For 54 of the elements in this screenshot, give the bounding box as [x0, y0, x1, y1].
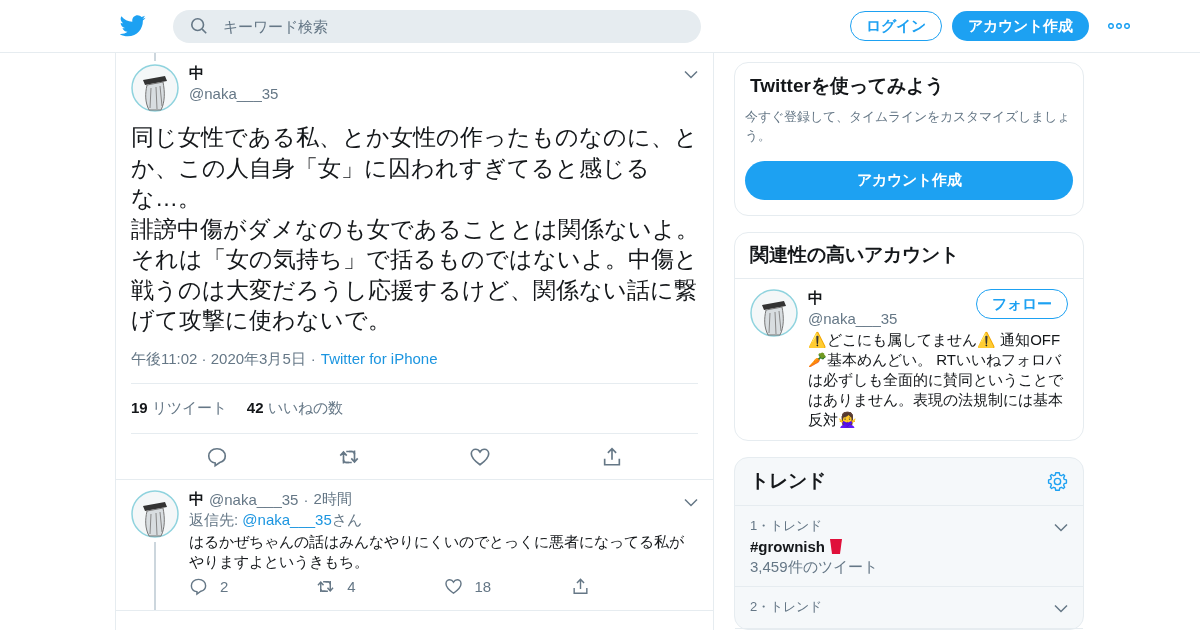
reply-icon[interactable]	[189, 576, 208, 596]
login-button[interactable]: ログイン	[850, 11, 942, 41]
share-icon[interactable]	[570, 576, 590, 596]
user-name[interactable]: 中	[808, 289, 976, 308]
stat-count[interactable]: 19 リツイート	[131, 398, 227, 418]
card-description: 今すぐ登録して、タイムラインをカスタマイズしましょう。	[745, 108, 1071, 145]
search-icon	[190, 16, 208, 35]
user-name[interactable]: 中	[189, 64, 674, 83]
trend-item[interactable]: 1・トレンド #grownish 3,459件のツイート	[735, 506, 1083, 587]
chevron-icon[interactable]	[1054, 604, 1068, 613]
more-icon[interactable]	[1108, 23, 1130, 29]
follow-button[interactable]: フォロー	[976, 289, 1068, 319]
trend-item[interactable]: 2・トレンド	[735, 587, 1083, 629]
chevron-icon[interactable]	[684, 70, 698, 79]
search-field[interactable]: キーワード検索	[173, 9, 701, 43]
source-link[interactable]: Twitter for iPhone	[320, 349, 438, 369]
user-handle[interactable]: @naka___35	[808, 310, 976, 327]
separator-dot: ·	[310, 349, 316, 369]
trend-rank: 2・トレンド	[750, 598, 823, 616]
like-count: 18	[474, 577, 492, 595]
tweet-text: 誹謗中傷がダメなのも女であることとは関係ないよ。それは「女の気持ち」で括るものではないよ。中傷と戦うのは大変だろうし応援するけど、関係ない話に繋げて攻撃に使わないで。	[131, 214, 700, 335]
tweet-timestamp[interactable]: 午後11:02 · 2020年3月5日	[131, 349, 306, 369]
heart-icon[interactable]	[469, 445, 492, 468]
stat-count[interactable]: 42 いいねの数	[246, 398, 343, 418]
card-title: 関連性の高いアカウント	[735, 233, 1083, 279]
tweet-count: 3,459件のツイート	[750, 558, 879, 577]
reply-text: はるかぜちゃんの話はみんなやりにくいのでとっくに悪者になってる私がやりますよというきもち。	[189, 531, 685, 572]
user-handle[interactable]: @naka___35	[189, 85, 674, 102]
retweet-count: 4	[347, 577, 356, 595]
bird-logo-icon[interactable]	[120, 15, 146, 37]
signup-button[interactable]: アカウント作成	[952, 11, 1089, 41]
heart-icon[interactable]	[443, 576, 463, 596]
reply-timestamp[interactable]: 2時間	[313, 489, 352, 509]
chevron-icon[interactable]	[684, 497, 698, 507]
reply-count: 2	[220, 577, 229, 595]
honorific-text: さん	[331, 510, 362, 528]
separator-dot: ·	[303, 490, 309, 508]
card-title: Twitterを使ってみよう	[750, 74, 945, 98]
avatar-icon[interactable]	[750, 289, 798, 337]
mention-link[interactable]: @naka___35	[242, 510, 332, 528]
signup-button[interactable]: アカウント作成	[745, 161, 1073, 200]
user-handle[interactable]: @naka___35	[209, 490, 299, 508]
reply-icon[interactable]	[206, 445, 228, 468]
user-bio: ⚠どこにも属してません⚠ 通知OFF🥕基本めんどい。 RTいいねフォロバは必ずしも全面的に賛同ということではありません。表現の法規制には基本反対🙅‍♀	[808, 330, 1064, 430]
card-title: トレンド	[750, 469, 826, 493]
trend-rank: 1・トレンド	[750, 517, 823, 535]
trend-name: #grownish	[750, 538, 825, 555]
user-name[interactable]: 中	[189, 489, 204, 509]
tweet-text: 同じ女性である私、とか女性の作ったものなのに、とか、この人自身「女」に囚われすぎてると感じるな…。	[131, 123, 699, 213]
avatar-icon[interactable]	[131, 489, 179, 538]
settings-icon[interactable]	[1047, 470, 1068, 492]
reply-to-label: 返信先:	[189, 510, 239, 528]
chevron-icon[interactable]	[1054, 523, 1068, 532]
avatar-icon[interactable]	[131, 64, 179, 112]
